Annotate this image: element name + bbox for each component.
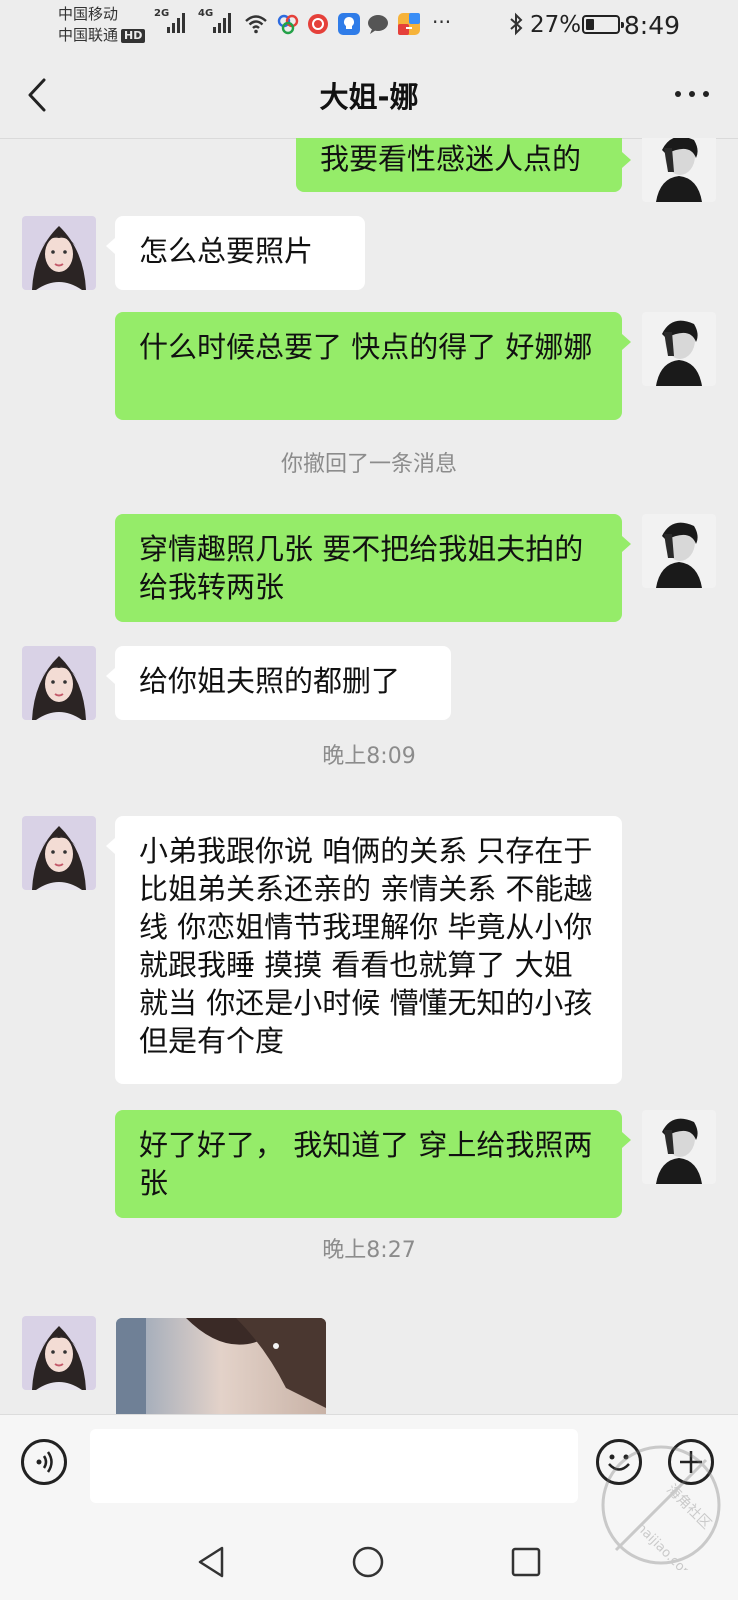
their-message-bubble[interactable]: 怎么总要照片 [115,216,365,290]
message-text: 什么时候总要了 快点的得了 好娜娜 [139,330,593,364]
contact-avatar[interactable] [22,816,96,890]
bubble-tail [622,152,631,168]
app-notification-icon [277,14,299,35]
square-recents-icon[interactable] [508,1544,544,1580]
timestamp: 晚上8:27 [322,1238,416,1263]
bubble-tail [106,668,115,684]
my-message-bubble[interactable]: 好了好了， 我知道了 穿上给我照两张 [115,1110,622,1218]
carrier-2: 中国联通 [58,26,119,44]
message-text: 穿情趣照几张 要不把给我姐夫拍的给我转两张 [139,532,584,604]
bubble-tail [106,838,115,854]
message-text: 怎么总要照片 [139,234,314,268]
signal-icon-2 [213,13,231,33]
carrier-1: 中国移动 [58,5,119,23]
my-avatar[interactable] [642,1110,716,1184]
more-notifications-icon: ··· [432,10,452,34]
my-avatar[interactable] [642,138,716,202]
message-text: 我要看性感迷人点的 [320,142,582,176]
bubble-tail [622,334,631,350]
my-avatar[interactable] [642,312,716,386]
battery-icon [582,15,624,34]
my-message-bubble[interactable]: 穿情趣照几张 要不把给我姐夫拍的给我转两张 [115,514,622,622]
more-dots-icon[interactable] [672,82,712,106]
triangle-back-icon[interactable] [194,1544,230,1580]
bulb-notification-icon [338,13,360,35]
clock: 8:49 [623,11,680,40]
message-text: 给你姐夫照的都删了 [139,664,401,698]
circle-home-icon[interactable] [350,1544,386,1580]
weibo-notification-icon [308,14,328,34]
message-input[interactable] [90,1429,578,1503]
colorful-app-icon [398,13,420,35]
system-notice: 你撤回了一条消息 [280,452,457,477]
message-text: 小弟我跟你说 咱俩的关系 只存在于 比姐弟关系还亲的 亲情关系 不能越线 你恋姐… [139,834,593,1058]
my-message-bubble[interactable]: 什么时候总要了 快点的得了 好娜娜 [115,312,622,420]
bubble-tail [106,238,115,254]
their-message-bubble[interactable]: 小弟我跟你说 咱俩的关系 只存在于 比姐弟关系还亲的 亲情关系 不能越线 你恋姐… [115,816,622,1084]
signal-icon [167,13,185,33]
watermark-logo: 海角社区 haijiao.com [601,1445,721,1570]
message-list[interactable]: 我要看性感迷人点的 怎么总要照片 什么时候总要了 快点的得了 好娜娜 你撤回了一… [0,138,738,1414]
bubble-tail [622,536,631,552]
battery-percent: 27% [530,12,582,38]
bluetooth-icon [510,12,523,36]
carrier-2-row: 中国联通 HD [58,25,146,46]
bubble-tail [622,1132,631,1148]
contact-avatar[interactable] [22,1316,96,1390]
voice-icon[interactable] [21,1439,67,1485]
message-text: 好了好了， 我知道了 穿上给我照两张 [139,1128,593,1200]
message-notification-icon [368,15,388,34]
contact-avatar[interactable] [22,216,96,290]
image-message[interactable] [116,1318,326,1414]
timestamp: 晚上8:09 [322,744,416,769]
my-message-bubble[interactable]: 我要看性感迷人点的 [296,138,622,192]
carrier-info: 中国移动 中国联通 HD [58,4,146,46]
chat-header: 大姐-娜 [0,52,738,139]
contact-avatar[interactable] [22,646,96,720]
chat-title: 大姐-娜 [319,80,419,114]
status-bar: 中国移动 中国联通 HD 2G 4G ··· 27% 8:49 [0,0,738,52]
hd-badge: HD [121,29,146,43]
my-avatar[interactable] [642,514,716,588]
network-4g-label: 4G [198,8,214,19]
their-message-bubble[interactable]: 给你姐夫照的都删了 [115,646,451,720]
wifi-icon [245,15,267,34]
svg-text:海角社区: 海角社区 [663,1482,714,1533]
